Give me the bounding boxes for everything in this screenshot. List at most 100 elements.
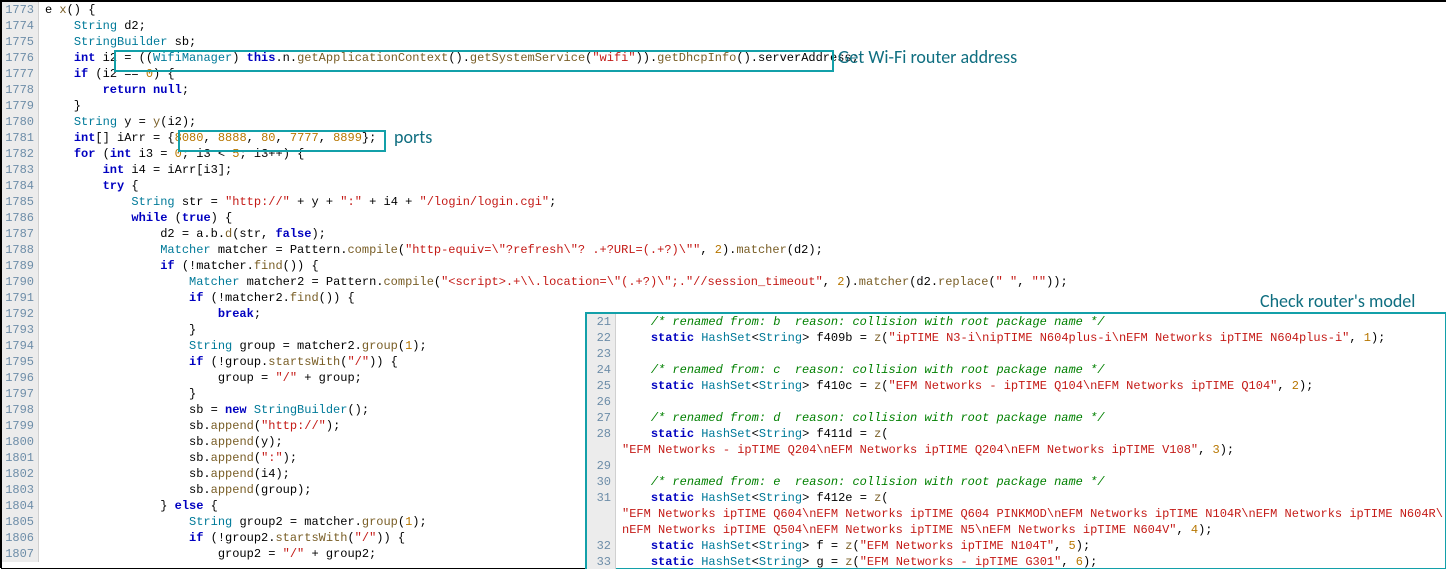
code-content: Matcher matcher2 = Pattern.compile("<scr…: [39, 274, 1068, 290]
right-code-pane: 21 /* renamed from: b reason: collision …: [585, 312, 1446, 569]
line-number: 1799: [2, 418, 39, 434]
code-line: 1777 if (i2 == 0) {: [2, 66, 1446, 82]
code-line: 32 static HashSet<String> f = z("EFM Net…: [587, 538, 1445, 554]
code-content: }: [39, 322, 196, 338]
line-number: 1793: [2, 322, 39, 338]
line-number: 1778: [2, 82, 39, 98]
code-line: 1785 String str = "http://" + y + ":" + …: [2, 194, 1446, 210]
line-number: 1786: [2, 210, 39, 226]
code-content: while (true) {: [39, 210, 232, 226]
code-content: /* renamed from: d reason: collision wit…: [616, 410, 1105, 426]
code-line: 1790 Matcher matcher2 = Pattern.compile(…: [2, 274, 1446, 290]
line-number: 24: [587, 362, 616, 378]
code-content: if (!matcher2.find()) {: [39, 290, 355, 306]
code-line: 1779 }: [2, 98, 1446, 114]
line-number: 28: [587, 426, 616, 442]
code-line: 1786 while (true) {: [2, 210, 1446, 226]
code-content: }: [39, 386, 196, 402]
code-line: nEFM Networks ipTIME Q504\nEFM Networks …: [587, 522, 1445, 538]
code-content: for (int i3 = 0; i3 < 5; i3++) {: [39, 146, 304, 162]
code-line: 25 static HashSet<String> f410c = z("EFM…: [587, 378, 1445, 394]
line-number: 1774: [2, 18, 39, 34]
code-content: group = "/" + group;: [39, 370, 362, 386]
line-number: 1777: [2, 66, 39, 82]
line-number: 1801: [2, 450, 39, 466]
line-number: 1802: [2, 466, 39, 482]
line-number: 1788: [2, 242, 39, 258]
line-number: 1780: [2, 114, 39, 130]
code-content: return null;: [39, 82, 189, 98]
code-content: int i2 = ((WifiManager) this.n.getApplic…: [39, 50, 859, 66]
code-content: String d2;: [39, 18, 146, 34]
line-number: 1807: [2, 546, 39, 562]
code-content: try {: [39, 178, 139, 194]
code-content: [616, 394, 629, 410]
code-content: static HashSet<String> f = z("EFM Networ…: [616, 538, 1090, 554]
line-number: 1805: [2, 514, 39, 530]
line-number: 30: [587, 474, 616, 490]
code-line: 23: [587, 346, 1445, 362]
code-line: 22 static HashSet<String> f409b = z("ipT…: [587, 330, 1445, 346]
code-line: 1783 int i4 = iArr[i3];: [2, 162, 1446, 178]
line-number: 29: [587, 458, 616, 474]
code-content: "EFM Networks ipTIME Q604\nEFM Networks …: [616, 506, 1443, 522]
code-line: 30 /* renamed from: e reason: collision …: [587, 474, 1445, 490]
line-number: [587, 522, 616, 538]
code-content: } else {: [39, 498, 218, 514]
code-content: sb.append(group);: [39, 482, 311, 498]
code-line: 1780 String y = y(i2);: [2, 114, 1446, 130]
line-number: 1785: [2, 194, 39, 210]
line-number: [587, 506, 616, 522]
line-number: 1797: [2, 386, 39, 402]
line-number: 21: [587, 314, 616, 330]
code-line: 26: [587, 394, 1445, 410]
code-content: sb.append(i4);: [39, 466, 290, 482]
code-content: String y = y(i2);: [39, 114, 196, 130]
code-line: "EFM Networks - ipTIME Q204\nEFM Network…: [587, 442, 1445, 458]
code-line: 27 /* renamed from: d reason: collision …: [587, 410, 1445, 426]
code-line: 29: [587, 458, 1445, 474]
code-content: group2 = "/" + group2;: [39, 546, 376, 562]
code-content: if (!matcher.find()) {: [39, 258, 319, 274]
code-content: static HashSet<String> f410c = z("EFM Ne…: [616, 378, 1313, 394]
code-content: }: [39, 98, 81, 114]
code-content: String str = "http://" + y + ":" + i4 + …: [39, 194, 556, 210]
code-content: if (!group.startsWith("/")) {: [39, 354, 398, 370]
code-line: 1773e x() {: [2, 2, 1446, 18]
line-number: 1784: [2, 178, 39, 194]
code-content: d2 = a.b.d(str, false);: [39, 226, 326, 242]
line-number: 1783: [2, 162, 39, 178]
code-content: sb.append(":");: [39, 450, 297, 466]
code-line: 1784 try {: [2, 178, 1446, 194]
code-content: break;: [39, 306, 261, 322]
code-content: sb = new StringBuilder();: [39, 402, 369, 418]
code-line: "EFM Networks ipTIME Q604\nEFM Networks …: [587, 506, 1445, 522]
line-number: 23: [587, 346, 616, 362]
line-number: 1790: [2, 274, 39, 290]
line-number: 1787: [2, 226, 39, 242]
code-content: sb.append(y);: [39, 434, 283, 450]
code-content: Matcher matcher = Pattern.compile("http-…: [39, 242, 823, 258]
code-line: 31 static HashSet<String> f412e = z(: [587, 490, 1445, 506]
code-content: if (i2 == 0) {: [39, 66, 175, 82]
line-number: [587, 442, 616, 458]
code-line: 28 static HashSet<String> f411d = z(: [587, 426, 1445, 442]
line-number: 26: [587, 394, 616, 410]
code-line: 1788 Matcher matcher = Pattern.compile("…: [2, 242, 1446, 258]
code-line: 1781 int[] iArr = {8080, 8888, 80, 7777,…: [2, 130, 1446, 146]
code-line: 21 /* renamed from: b reason: collision …: [587, 314, 1445, 330]
line-number: 1792: [2, 306, 39, 322]
line-number: 1798: [2, 402, 39, 418]
code-line: 1789 if (!matcher.find()) {: [2, 258, 1446, 274]
code-content: [616, 346, 629, 362]
code-content: static HashSet<String> f409b = z("ipTIME…: [616, 330, 1385, 346]
code-content: int[] iArr = {8080, 8888, 80, 7777, 8899…: [39, 130, 376, 146]
line-number: 1775: [2, 34, 39, 50]
line-number: 1794: [2, 338, 39, 354]
code-line: 1776 int i2 = ((WifiManager) this.n.getA…: [2, 50, 1446, 66]
code-content: static HashSet<String> f411d = z(: [616, 426, 889, 442]
code-content: String group = matcher2.group(1);: [39, 338, 427, 354]
code-content: StringBuilder sb;: [39, 34, 196, 50]
code-content: int i4 = iArr[i3];: [39, 162, 232, 178]
code-line: 1774 String d2;: [2, 18, 1446, 34]
